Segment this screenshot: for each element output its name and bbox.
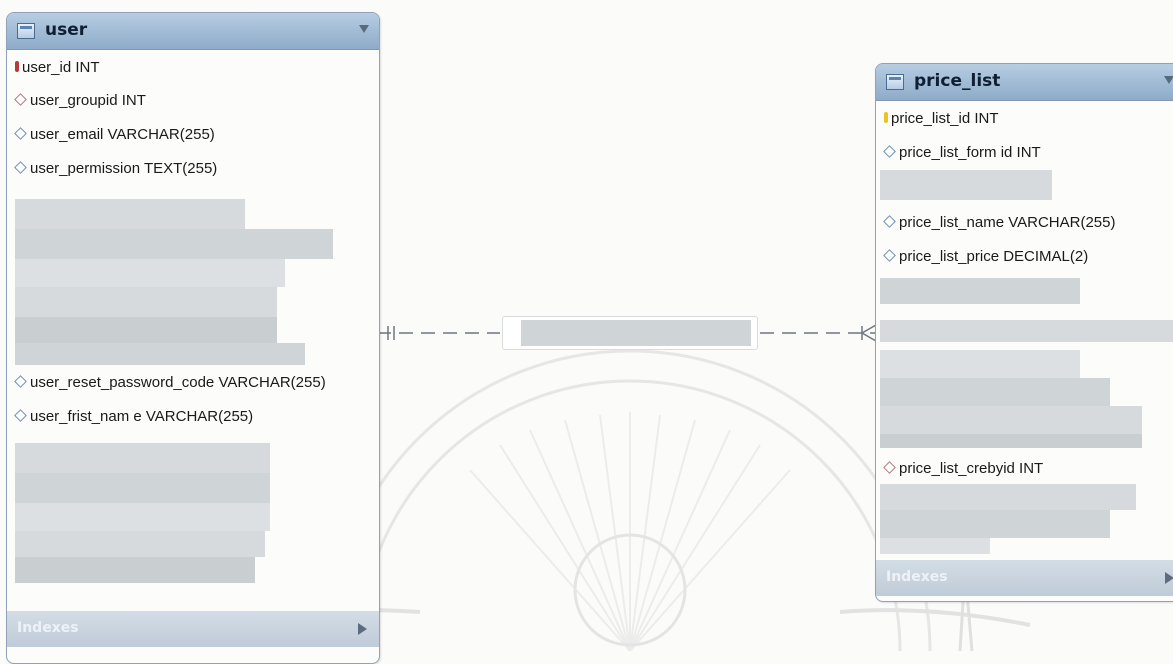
column-row[interactable]: user_reset_password_code VARCHAR(255) bbox=[14, 374, 326, 396]
redacted-region bbox=[880, 170, 1052, 200]
indexes-label: Indexes bbox=[17, 620, 79, 636]
price-list-table[interactable]: price_list price_list_id INT price_list_… bbox=[875, 63, 1173, 602]
chevron-right-icon[interactable] bbox=[358, 623, 367, 635]
column-row[interactable]: user_permission TEXT(255) bbox=[14, 160, 218, 182]
redacted-region bbox=[880, 434, 1142, 448]
column-row[interactable]: price_list_id INT bbox=[884, 110, 999, 132]
relationship-label[interactable] bbox=[502, 316, 758, 350]
table-header[interactable]: user bbox=[7, 13, 379, 50]
indexes-section[interactable]: Indexes bbox=[7, 611, 379, 647]
redacted-region bbox=[15, 343, 305, 365]
chevron-down-icon[interactable] bbox=[359, 25, 369, 33]
column-label: price_list_id INT bbox=[891, 110, 999, 127]
key-icon bbox=[884, 111, 888, 123]
diamond-icon bbox=[883, 460, 896, 474]
redacted-region bbox=[880, 406, 1142, 434]
redacted-region bbox=[15, 229, 333, 259]
column-label: user_permission TEXT(255) bbox=[30, 160, 218, 177]
column-label: user_reset_password_code VARCHAR(255) bbox=[30, 374, 326, 391]
column-row[interactable]: user_groupid INT bbox=[14, 92, 146, 114]
redacted-region bbox=[15, 259, 285, 287]
redacted-region bbox=[880, 350, 1080, 378]
user-table[interactable]: user user_id INT user_groupid INT user_e… bbox=[6, 12, 380, 664]
redacted-region bbox=[880, 484, 1136, 510]
redacted-region bbox=[15, 199, 245, 229]
diamond-icon bbox=[14, 160, 27, 174]
redacted-region bbox=[15, 443, 270, 473]
column-label: price_list_crebyid INT bbox=[899, 460, 1044, 477]
chevron-right-icon[interactable] bbox=[1165, 572, 1173, 584]
table-header[interactable]: price_list bbox=[876, 64, 1173, 101]
redacted-region bbox=[15, 531, 265, 557]
column-row[interactable]: user_frist_nam e VARCHAR(255) bbox=[14, 408, 254, 430]
indexes-label: Indexes bbox=[886, 569, 948, 585]
column-row[interactable]: price_list_price DECIMAL(2) bbox=[883, 248, 1089, 270]
column-row[interactable]: price_list_form id INT bbox=[883, 144, 1041, 166]
column-label: user_email VARCHAR(255) bbox=[30, 126, 215, 143]
indexes-section[interactable]: Indexes bbox=[876, 560, 1173, 596]
redacted-region bbox=[880, 320, 1173, 342]
column-label: price_list_price DECIMAL(2) bbox=[899, 248, 1089, 265]
redacted-region bbox=[15, 317, 277, 343]
column-label: user_id INT bbox=[22, 59, 100, 76]
column-row[interactable]: price_list_name VARCHAR(255) bbox=[883, 214, 1116, 236]
redacted-region bbox=[880, 510, 1110, 538]
table-icon bbox=[886, 74, 904, 90]
redacted-region bbox=[15, 287, 277, 317]
column-label: price_list_form id INT bbox=[899, 144, 1041, 161]
redacted-region bbox=[15, 503, 270, 531]
redacted-region bbox=[15, 473, 270, 503]
table-title: price_list bbox=[914, 71, 1001, 91]
diamond-icon bbox=[883, 248, 896, 262]
redacted-region bbox=[880, 278, 1080, 304]
diamond-icon bbox=[883, 144, 896, 158]
key-icon bbox=[15, 60, 19, 72]
diamond-icon bbox=[14, 374, 27, 388]
redacted-region bbox=[15, 557, 255, 583]
table-title: user bbox=[45, 20, 88, 40]
column-row[interactable]: price_list_crebyid INT bbox=[883, 460, 1044, 482]
diamond-icon bbox=[883, 214, 896, 228]
column-label: user_groupid INT bbox=[30, 92, 146, 109]
diamond-icon bbox=[14, 92, 27, 106]
column-label: price_list_name VARCHAR(255) bbox=[899, 214, 1116, 231]
redacted-region bbox=[880, 538, 990, 554]
column-row[interactable]: user_id INT bbox=[15, 59, 100, 81]
diamond-icon bbox=[14, 408, 27, 422]
table-icon bbox=[17, 23, 35, 39]
diamond-icon bbox=[14, 126, 27, 140]
column-label: user_frist_nam e VARCHAR(255) bbox=[30, 408, 254, 425]
redacted-region bbox=[880, 378, 1110, 406]
chevron-down-icon[interactable] bbox=[1164, 76, 1173, 84]
column-row[interactable]: user_email VARCHAR(255) bbox=[14, 126, 215, 148]
